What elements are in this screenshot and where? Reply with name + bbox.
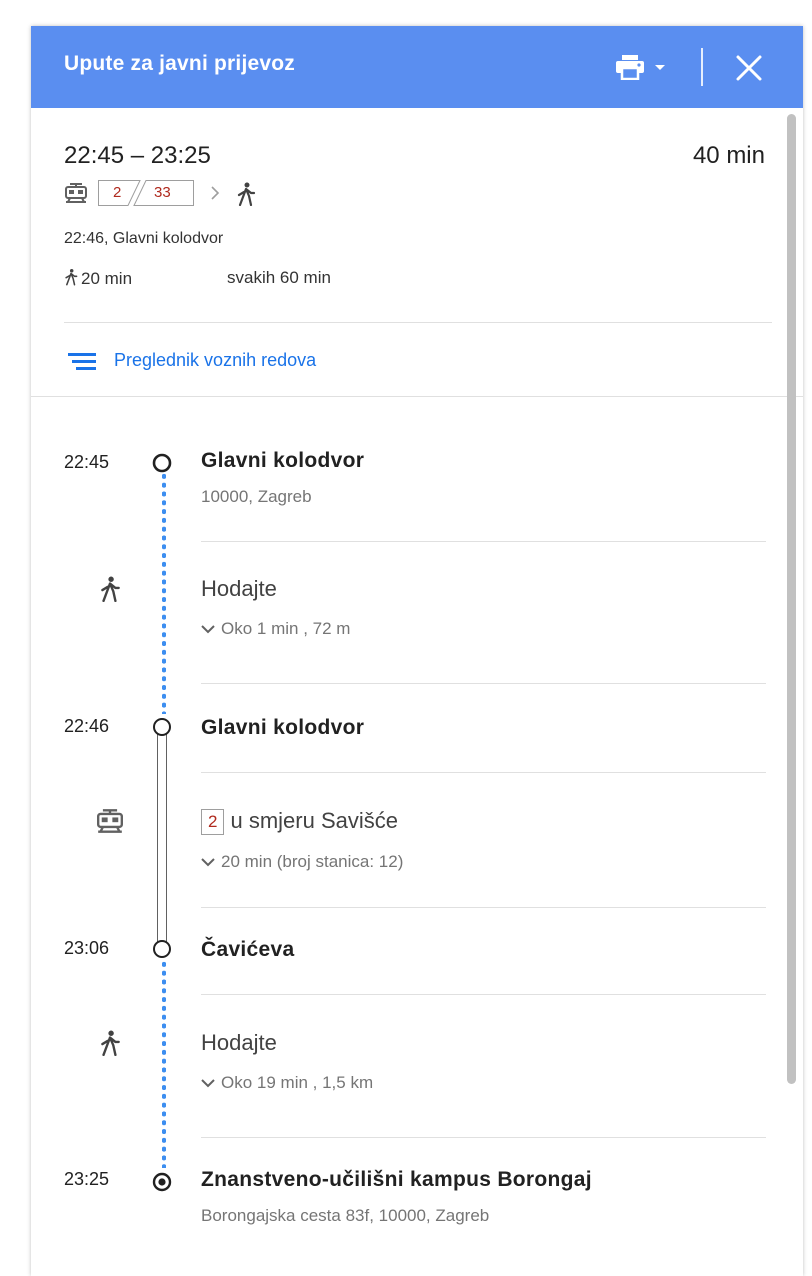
start-circle-icon bbox=[152, 453, 172, 473]
stop-name[interactable]: Glavni kolodvor bbox=[201, 716, 364, 740]
chevron-down-icon bbox=[201, 1079, 215, 1088]
walk-connector bbox=[162, 960, 166, 1168]
stop-time: 22:46 bbox=[64, 716, 110, 736]
divider bbox=[201, 994, 766, 995]
directions-panel: Upute za javni prijevoz 22:45 – 23:25 40… bbox=[31, 26, 803, 1276]
stop-time: 23:06 bbox=[64, 938, 110, 958]
walk-connector bbox=[162, 472, 166, 714]
step-detail: Oko 1 min , 72 m bbox=[221, 619, 351, 638]
tram-direction: u smjeru Savišće bbox=[230, 808, 398, 833]
stop-time: 22:45 bbox=[64, 452, 110, 472]
stop-circle-icon bbox=[153, 940, 171, 958]
walk-icon bbox=[101, 576, 120, 602]
divider bbox=[201, 907, 766, 908]
divider bbox=[201, 1137, 766, 1138]
stop-address: 10000, Zagreb bbox=[201, 487, 312, 506]
step-detail: Oko 19 min , 1,5 km bbox=[221, 1073, 374, 1092]
stop-name[interactable]: Čavićeva bbox=[201, 938, 294, 962]
tram-details-toggle[interactable]: 20 min (broj stanica: 12) bbox=[201, 852, 403, 872]
divider bbox=[201, 772, 766, 773]
destination-icon bbox=[152, 1172, 172, 1192]
walk-details-toggle[interactable]: Oko 1 min , 72 m bbox=[201, 619, 350, 639]
stop-address: Borongajska cesta 83f, 10000, Zagreb bbox=[201, 1206, 490, 1225]
stop-time: 23:25 bbox=[64, 1169, 110, 1189]
chevron-down-icon bbox=[201, 858, 215, 867]
chevron-down-icon bbox=[201, 625, 215, 634]
tram-step: 2u smjeru Savišće bbox=[201, 808, 398, 835]
tram-icon bbox=[97, 809, 123, 833]
divider bbox=[201, 541, 766, 542]
tram-connector bbox=[157, 728, 167, 946]
step-title: Hodajte bbox=[201, 1030, 277, 1055]
stop-circle-icon bbox=[153, 718, 171, 736]
stop-name[interactable]: Znanstveno-učilišni kampus Borongaj bbox=[201, 1168, 592, 1192]
itinerary: 22:45 Glavni kolodvor 10000, Zagreb Hoda… bbox=[31, 26, 803, 1276]
step-detail: 20 min (broj stanica: 12) bbox=[221, 852, 404, 871]
divider bbox=[201, 683, 766, 684]
stop-name[interactable]: Glavni kolodvor bbox=[201, 449, 364, 473]
tram-line-badge: 2 bbox=[201, 809, 225, 835]
walk-icon bbox=[101, 1030, 120, 1056]
step-title: Hodajte bbox=[201, 576, 277, 601]
walk-details-toggle[interactable]: Oko 19 min , 1,5 km bbox=[201, 1073, 373, 1093]
